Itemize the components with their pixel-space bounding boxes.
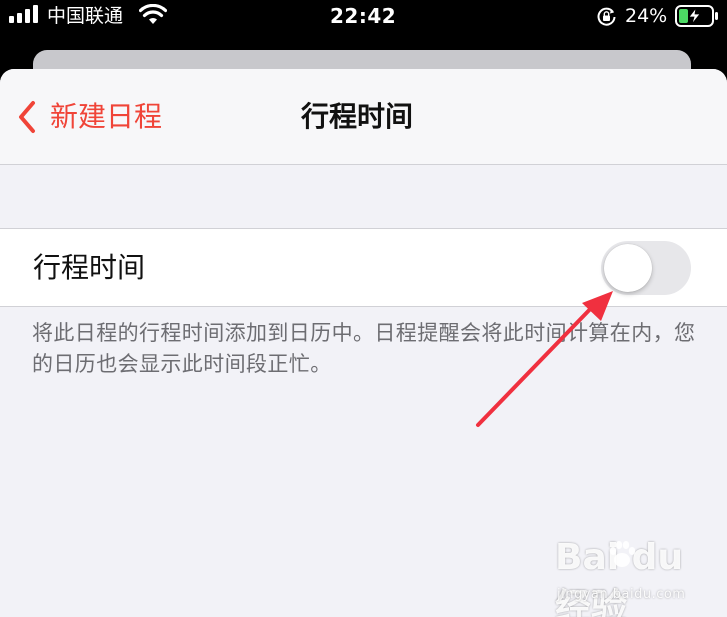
status-bar: 中国联通 22:42 24% bbox=[0, 0, 727, 34]
battery-percentage: 24% bbox=[625, 5, 668, 27]
back-button[interactable]: 新建日程 bbox=[18, 99, 162, 135]
rotation-lock-icon bbox=[597, 7, 616, 26]
wifi-icon bbox=[139, 4, 167, 24]
chevron-left-icon bbox=[19, 101, 35, 133]
travel-time-row: 行程时间 bbox=[0, 228, 727, 307]
baidu-watermark: Bai du 经验 jingyan.baidu.com bbox=[555, 537, 715, 617]
carrier-name: 中国联通 bbox=[47, 5, 124, 27]
travel-time-toggle[interactable] bbox=[601, 241, 691, 295]
toggle-knob bbox=[604, 244, 652, 292]
battery-charging-icon bbox=[675, 5, 718, 27]
paw-logo-icon bbox=[609, 541, 636, 567]
navigation-bar: 新建日程 行程时间 bbox=[0, 69, 727, 165]
status-time: 22:42 bbox=[330, 4, 397, 28]
page-title: 行程时间 bbox=[301, 100, 414, 133]
cellular-signal-icon bbox=[9, 5, 38, 23]
travel-time-label: 行程时间 bbox=[33, 251, 146, 284]
travel-time-description: 将此日程的行程时间添加到日历中。日程提醒会将此时间计算在内，您的日历也会显示此时… bbox=[32, 321, 696, 376]
modal-sheet: 新建日程 行程时间 行程时间 将此日程的行程时间添加到日历中。日程提醒会将此时间… bbox=[0, 69, 727, 617]
watermark-url: jingyan.baidu.com bbox=[557, 587, 686, 602]
back-button-label: 新建日程 bbox=[50, 100, 163, 133]
